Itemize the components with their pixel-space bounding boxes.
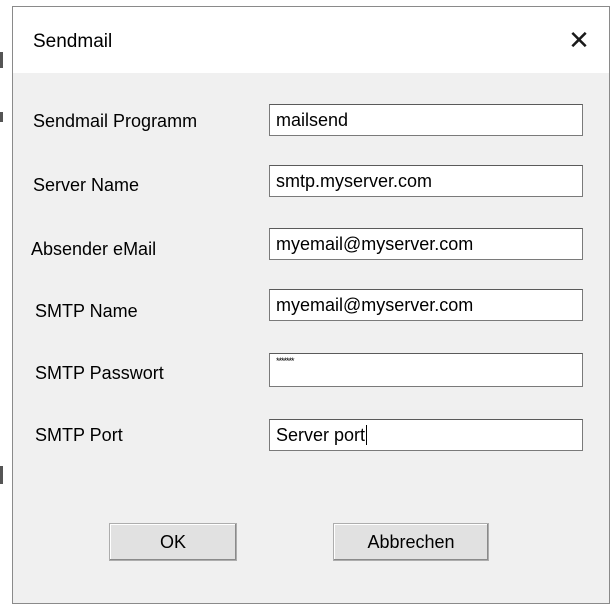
server-name-input[interactable]: smtp.myserver.com xyxy=(269,165,583,197)
cancel-button[interactable]: Abbrechen xyxy=(333,523,489,561)
smtp-port-input[interactable]: Server port xyxy=(269,419,583,451)
close-button[interactable]: ✕ xyxy=(549,7,609,73)
smtp-name-input[interactable]: myemail@myserver.com xyxy=(269,289,583,321)
label-smtp-name: SMTP Name xyxy=(35,301,138,321)
sendmail-dialog: Sendmail ✕ Sendmail Programm mailsend Se… xyxy=(12,6,610,604)
sendmail-program-input[interactable]: mailsend xyxy=(269,104,583,136)
smtp-password-input[interactable]: ******* xyxy=(269,353,583,387)
label-server-name: Server Name xyxy=(33,175,140,195)
dialog-title: Sendmail xyxy=(33,31,113,52)
background-edge xyxy=(0,466,3,484)
smtp-port-value: Server port xyxy=(276,425,366,445)
label-smtp-password: SMTP Passwort xyxy=(35,363,164,383)
text-caret xyxy=(366,425,368,445)
label-smtp-port: SMTP Port xyxy=(35,425,123,445)
background-edge xyxy=(0,112,3,122)
close-icon: ✕ xyxy=(568,24,590,55)
label-sender-email: Absender eMail xyxy=(31,239,157,259)
sender-email-input[interactable]: myemail@myserver.com xyxy=(269,228,583,260)
label-sendmail-program: Sendmail Programm xyxy=(33,111,198,131)
title-bar: Sendmail ✕ xyxy=(13,7,609,73)
ok-button[interactable]: OK xyxy=(109,523,237,561)
background-edge xyxy=(0,52,3,68)
